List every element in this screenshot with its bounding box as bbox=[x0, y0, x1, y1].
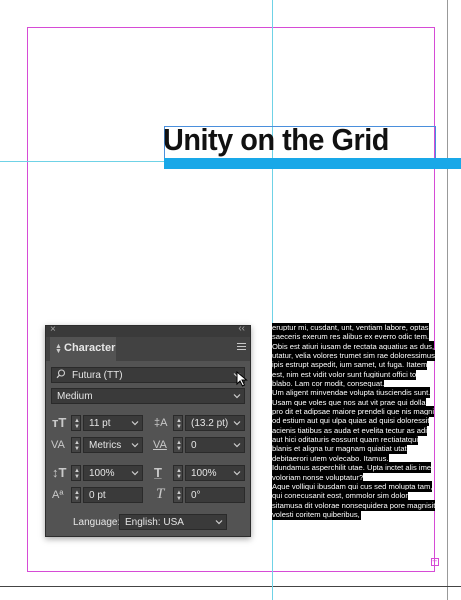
language-label: Language: bbox=[73, 517, 121, 528]
leading-icon: ‡A bbox=[154, 417, 168, 429]
font-family-value: Futura (TT) bbox=[72, 370, 123, 381]
font-size-stepper[interactable]: ▲ ▼ bbox=[71, 415, 81, 431]
kerning-stepper[interactable]: ▲ ▼ bbox=[71, 437, 81, 453]
baseline-shift-icon: Aª bbox=[52, 489, 64, 501]
chevron-down-icon[interactable] bbox=[131, 469, 139, 477]
skew-stepper[interactable]: ▲ ▼ bbox=[173, 487, 183, 503]
overset-text-indicator[interactable] bbox=[431, 556, 439, 566]
leading-value: (13.2 pt) bbox=[191, 418, 229, 429]
tracking-icon: VA bbox=[153, 439, 167, 451]
page-edge-bottom bbox=[0, 586, 461, 587]
font-style-field[interactable]: Medium bbox=[51, 388, 245, 404]
panel-title-bar[interactable]: × ‹‹ bbox=[46, 323, 250, 337]
panel-tab-row: ▲ ▼ Character bbox=[46, 337, 250, 361]
vertical-scale-field[interactable]: 100% bbox=[83, 465, 143, 481]
chevron-down-icon[interactable] bbox=[131, 419, 139, 427]
font-style-value: Medium bbox=[57, 391, 93, 402]
horizontal-scale-icon: T̲ bbox=[154, 465, 162, 480]
chevron-down-icon[interactable] bbox=[233, 441, 241, 449]
horizontal-scale-stepper[interactable]: ▲ ▼ bbox=[173, 465, 183, 481]
tab-character-label: Character bbox=[64, 342, 116, 354]
leading-stepper[interactable]: ▲ ▼ bbox=[173, 415, 183, 431]
tracking-value: 0 bbox=[191, 440, 197, 451]
baseline-shift-stepper[interactable]: ▲ ▼ bbox=[71, 487, 81, 503]
chevron-down-icon[interactable] bbox=[233, 469, 241, 477]
search-icon bbox=[56, 369, 66, 384]
tab-expand-icon[interactable]: ▲ ▼ bbox=[55, 343, 62, 355]
vertical-scale-stepper[interactable]: ▲ ▼ bbox=[71, 465, 81, 481]
chevron-down-icon[interactable] bbox=[233, 392, 241, 400]
close-icon[interactable]: × bbox=[50, 324, 56, 335]
leading-field[interactable]: (13.2 pt) bbox=[185, 415, 245, 431]
baseline-shift-value: 0 pt bbox=[89, 490, 106, 501]
chevron-down-icon[interactable] bbox=[215, 518, 223, 526]
horizontal-scale-field[interactable]: 100% bbox=[185, 465, 245, 481]
body-text: eruptur mi, cusdant, unt, ventiam labore… bbox=[272, 323, 436, 519]
font-family-field[interactable]: Futura (TT) bbox=[51, 367, 245, 383]
chevron-down-icon[interactable] bbox=[233, 419, 241, 427]
collapse-icon[interactable]: ‹‹ bbox=[238, 323, 245, 334]
chevron-down-icon[interactable] bbox=[131, 441, 139, 449]
headline-color-bar[interactable] bbox=[164, 158, 461, 169]
headline-text[interactable]: Unity on the Grid bbox=[163, 122, 389, 158]
kerning-value: Metrics bbox=[89, 440, 122, 451]
vertical-scale-icon: ↕T bbox=[52, 465, 67, 480]
skew-field[interactable]: 0° bbox=[185, 487, 245, 503]
skew-value: 0° bbox=[191, 490, 201, 501]
mouse-cursor-icon bbox=[236, 371, 248, 387]
character-panel[interactable]: × ‹‹ ▲ ▼ Character Futura (TT) Medium ᴛT … bbox=[45, 323, 251, 537]
baseline-shift-field[interactable]: 0 pt bbox=[83, 487, 143, 503]
tab-character[interactable]: ▲ ▼ Character bbox=[50, 337, 116, 361]
kerning-field[interactable]: Metrics bbox=[83, 437, 143, 453]
vertical-scale-value: 100% bbox=[89, 468, 115, 479]
language-value: English: USA bbox=[125, 517, 184, 528]
tracking-stepper[interactable]: ▲ ▼ bbox=[173, 437, 183, 453]
font-size-field[interactable]: 11 pt bbox=[83, 415, 143, 431]
language-select[interactable]: English: USA bbox=[119, 514, 227, 530]
body-text-frame[interactable]: eruptur mi, cusdant, unt, ventiam labore… bbox=[272, 323, 437, 569]
tracking-field[interactable]: 0 bbox=[185, 437, 245, 453]
font-size-value: 11 pt bbox=[89, 418, 111, 429]
kerning-icon: VA bbox=[51, 439, 65, 451]
horizontal-scale-value: 100% bbox=[191, 468, 217, 479]
font-size-icon: ᴛT bbox=[52, 415, 67, 430]
page-edge-right bbox=[447, 0, 448, 600]
panel-menu-icon[interactable] bbox=[237, 343, 246, 352]
skew-icon: T bbox=[156, 486, 165, 502]
